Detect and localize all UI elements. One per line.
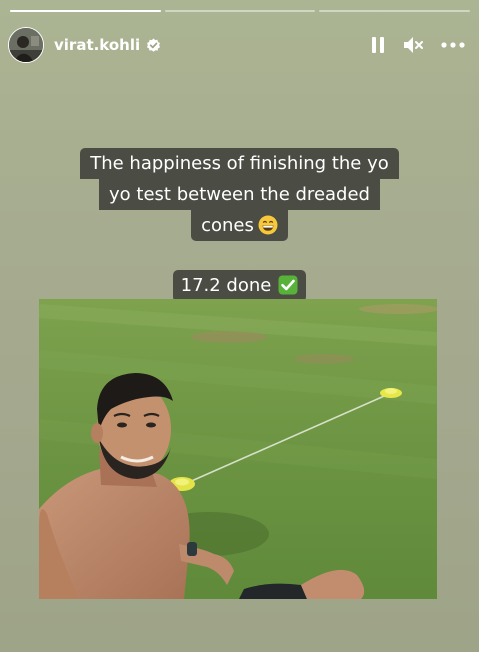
score-text: 17.2 done [180,275,272,296]
caption-line: cones [191,210,288,241]
story-progress-bar [10,10,471,12]
selfie-on-grass-field-image [39,299,437,599]
score-pill: 17.2 done [172,270,307,302]
progress-segment [164,10,316,12]
story-photo [39,299,437,599]
grinning-face-emoji-icon [258,215,278,235]
progress-segment [10,10,161,12]
pause-icon[interactable] [371,37,385,53]
caption-line: yo test between the dreaded [99,179,380,210]
story-caption: The happiness of finishing the yo yo tes… [0,148,479,241]
progress-segment [319,10,471,12]
check-mark-button-icon [278,275,298,295]
story-viewer[interactable]: virat.kohli The happiness of finishing t… [0,0,479,652]
avatar[interactable] [8,27,44,63]
more-icon[interactable] [441,42,465,48]
story-header: virat.kohli [8,26,465,64]
score-caption: 17.2 done [0,270,479,302]
username[interactable]: virat.kohli [54,36,140,54]
muted-speaker-icon[interactable] [403,36,423,54]
caption-line: The happiness of finishing the yo [80,148,399,179]
verified-badge-icon [147,37,161,52]
